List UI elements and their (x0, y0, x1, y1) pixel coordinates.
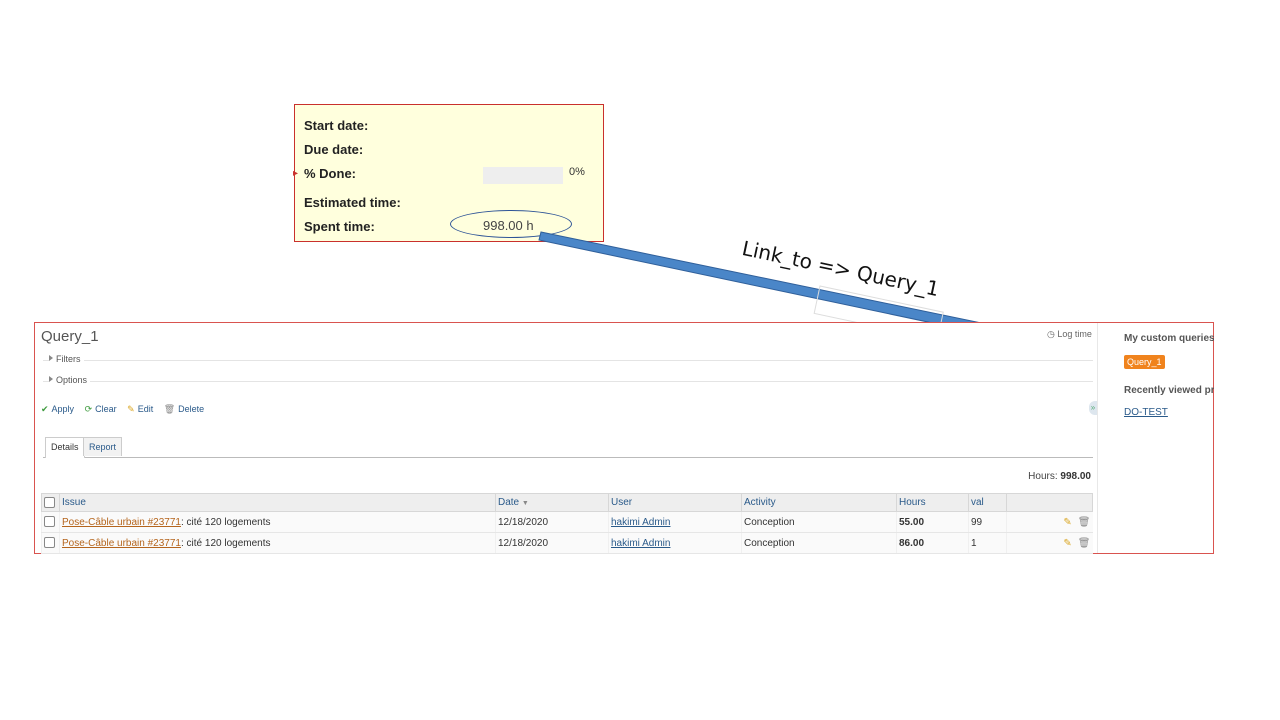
recent-projects-heading: Recently viewed pro (1124, 385, 1214, 396)
activity-cell: Conception (741, 511, 897, 533)
tab-details[interactable]: Details (45, 437, 85, 458)
spent-time-value[interactable]: 998.00 h (483, 218, 534, 233)
issue-subject: : cité 120 logements (180, 537, 271, 549)
column-user[interactable]: User (608, 493, 742, 512)
pencil-icon: ✎ (127, 404, 135, 414)
apply-button[interactable]: ✔ Apply (41, 404, 74, 415)
estimated-time-label: Estimated time: (304, 195, 401, 210)
date-cell: 12/18/2020 (495, 532, 609, 554)
row-actions: ✎ 🗑 (1006, 532, 1093, 554)
table-row: Pose-Câble urbain #23771: cité 120 logem… (41, 532, 1093, 554)
hours-total: Hours: 998.00 (1028, 471, 1091, 482)
delete-button[interactable]: 🗑 Delete (164, 404, 204, 415)
row-select-cell (41, 511, 60, 533)
column-activity[interactable]: Activity (741, 493, 897, 512)
hours-cell: 55.00 (896, 511, 969, 533)
issue-subject: : cité 120 logements (180, 516, 271, 528)
check-icon: ✔ (41, 404, 49, 414)
column-issue[interactable]: Issue (59, 493, 496, 512)
activity-cell: Conception (741, 532, 897, 554)
reload-icon: ⟳ (84, 404, 93, 414)
clear-button[interactable]: ⟳ Clear (85, 404, 117, 415)
due-date-label: Due date: (304, 142, 364, 157)
issue-link[interactable]: Pose-Câble urbain #23771 (62, 538, 181, 549)
hours-total-label: Hours: (1028, 471, 1058, 482)
val-cell: 99 (968, 511, 1007, 533)
column-actions (1006, 493, 1093, 512)
row-checkbox[interactable] (44, 537, 55, 549)
done-progress-bar (483, 167, 563, 184)
pencil-icon[interactable]: ✎ (1063, 517, 1071, 528)
column-hours[interactable]: Hours (896, 493, 969, 512)
sidebar: My custom queries Query_1 Recently viewe… (1097, 323, 1214, 553)
user-cell: hakimi Admin (608, 511, 742, 533)
pencil-icon[interactable]: ✎ (1063, 538, 1071, 549)
hours-cell: 86.00 (896, 532, 969, 554)
annotation-text: Link_to => Query_1 (740, 236, 942, 302)
table-header: Issue Date ▼ User Activity Hours val (41, 493, 1093, 512)
recent-project-link[interactable]: DO-TEST (1124, 407, 1168, 418)
date-cell: 12/18/2020 (495, 511, 609, 533)
trash-icon[interactable]: 🗑 (1078, 517, 1091, 528)
row-select-cell (41, 532, 60, 554)
row-actions: ✎ 🗑 (1006, 511, 1093, 533)
pointer-mark: ▸ (293, 168, 299, 179)
column-val[interactable]: val (968, 493, 1007, 512)
user-cell: hakimi Admin (608, 532, 742, 554)
time-entries-table: Issue Date ▼ User Activity Hours val Pos… (41, 493, 1093, 554)
issue-link[interactable]: Pose-Câble urbain #23771 (62, 517, 181, 528)
query-actions: ✔ Apply ⟳ Clear ✎ Edit 🗑 Delete (41, 404, 212, 415)
done-label: % Done: (304, 166, 356, 181)
custom-query-link[interactable]: Query_1 (1124, 355, 1165, 369)
select-all-checkbox[interactable] (44, 496, 55, 508)
sort-desc-icon: ▼ (521, 500, 529, 507)
start-date-label: Start date: (304, 118, 369, 133)
issue-cell: Pose-Câble urbain #23771: cité 120 logem… (59, 532, 496, 554)
edit-button[interactable]: ✎ Edit (127, 404, 153, 415)
row-checkbox[interactable] (44, 516, 55, 528)
spent-time-label: Spent time: (304, 219, 375, 234)
filters-fieldset[interactable]: Filters (43, 354, 1093, 366)
column-date[interactable]: Date ▼ (495, 493, 609, 512)
custom-queries-heading: My custom queries (1124, 333, 1214, 344)
chevron-right-icon (49, 376, 53, 382)
options-fieldset[interactable]: Options (43, 375, 1093, 387)
select-all-cell (41, 493, 60, 512)
trash-icon: 🗑 (163, 404, 176, 414)
val-cell: 1 (968, 532, 1007, 554)
hours-total-value: 998.00 (1060, 471, 1091, 482)
sidebar-toggle[interactable]: » (1089, 401, 1097, 415)
trash-icon[interactable]: 🗑 (1078, 538, 1091, 549)
chevron-right-icon (49, 355, 53, 361)
tab-bar: Details Report (43, 437, 1093, 458)
log-time-link[interactable]: ◷ Log time (1047, 329, 1092, 340)
done-percent-text: 0% (569, 166, 585, 178)
tab-report[interactable]: Report (83, 437, 123, 456)
user-link[interactable]: hakimi Admin (611, 517, 670, 528)
user-link[interactable]: hakimi Admin (611, 538, 670, 549)
filters-label: Filters (56, 354, 81, 364)
table-row: Pose-Câble urbain #23771: cité 120 logem… (41, 511, 1093, 533)
log-time-label: Log time (1057, 329, 1092, 339)
query-page: Query_1 ◷ Log time Filters Options ✔ Appl… (34, 322, 1214, 554)
issue-cell: Pose-Câble urbain #23771: cité 120 logem… (59, 511, 496, 533)
issue-attributes-panel: ▸ Start date: Due date: % Done: 0% Estim… (293, 104, 604, 242)
page-title: Query_1 (41, 328, 99, 345)
options-label: Options (56, 375, 88, 385)
